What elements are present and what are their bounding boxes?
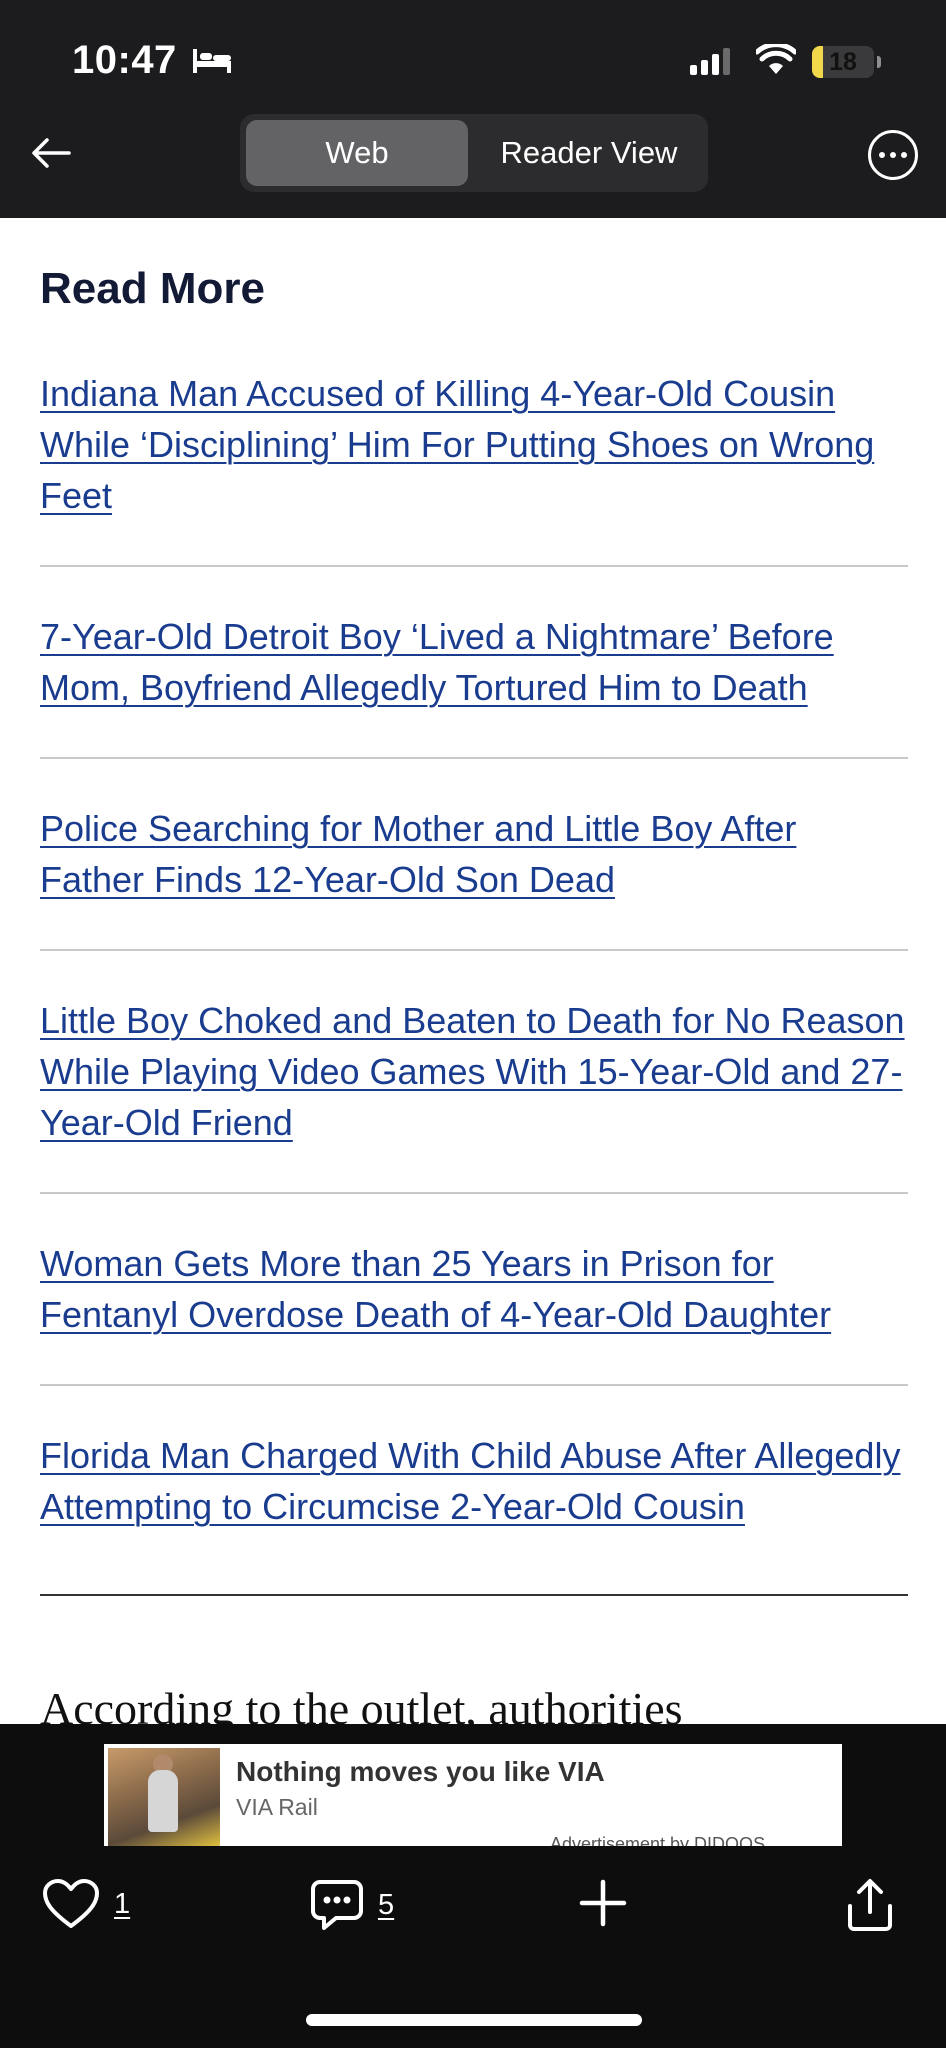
- like-count: 1: [114, 1887, 131, 1920]
- related-link-6[interactable]: Florida Man Charged With Child Abuse Aft…: [40, 1435, 900, 1527]
- section-divider: [40, 1594, 908, 1596]
- clock: 10:47: [72, 38, 177, 82]
- list-item: 7-Year-Old Detroit Boy ‘Lived a Nightmar…: [40, 611, 908, 759]
- list-item: Indiana Man Accused of Killing 4-Year-Ol…: [40, 368, 908, 567]
- tab-web[interactable]: Web: [246, 120, 468, 186]
- related-links-list: Indiana Man Accused of Killing 4-Year-Ol…: [40, 368, 908, 1620]
- heart-icon: [43, 1879, 99, 1928]
- ad-fine-print: Advertisement by DIDOOS: [550, 1834, 766, 1846]
- tab-reader-view[interactable]: Reader View: [476, 120, 702, 186]
- home-indicator[interactable]: [306, 2014, 642, 2026]
- related-link-5[interactable]: Woman Gets More than 25 Years in Prison …: [40, 1243, 831, 1335]
- article-paragraph: According to the outlet, authorities: [40, 1683, 683, 1724]
- share-button[interactable]: [846, 1878, 894, 1932]
- list-item: Police Searching for Mother and Little B…: [40, 803, 908, 951]
- view-mode-toggle: Web Reader View: [240, 114, 708, 192]
- share-icon: [848, 1879, 892, 1931]
- status-time: 10:47: [72, 38, 233, 83]
- sleep-focus-icon: [192, 48, 231, 73]
- wifi-icon: [756, 44, 796, 74]
- related-link-3[interactable]: Police Searching for Mother and Little B…: [40, 808, 796, 900]
- ad-title: Nothing moves you like VIA: [236, 1756, 605, 1787]
- back-arrow-icon: [32, 138, 71, 168]
- battery-icon: 18: [812, 46, 874, 78]
- ad-image: [108, 1748, 220, 1846]
- like-button[interactable]: 1: [42, 1878, 130, 1930]
- read-more-heading: Read More: [40, 264, 265, 313]
- ad-person: [148, 1770, 178, 1832]
- list-item: Little Boy Choked and Beaten to Death fo…: [40, 995, 908, 1194]
- ad-banner-area: Nothing moves you like VIA VIA Rail Adve…: [0, 1724, 946, 1846]
- comment-count: 5: [378, 1888, 395, 1921]
- dot: [901, 152, 907, 158]
- list-item: Florida Man Charged With Child Abuse Aft…: [40, 1430, 908, 1576]
- dot: [890, 152, 896, 158]
- related-link-1[interactable]: Indiana Man Accused of Killing 4-Year-Ol…: [40, 373, 874, 516]
- dot: [879, 152, 885, 158]
- plus-icon: [579, 1879, 627, 1927]
- top-bar: 10:47 18 Web Reader View: [0, 0, 946, 218]
- back-button[interactable]: [28, 130, 74, 176]
- bottom-toolbar: 1 5: [0, 1846, 946, 2048]
- related-link-4[interactable]: Little Boy Choked and Beaten to Death fo…: [40, 1000, 905, 1143]
- article-content: Read More Indiana Man Accused of Killing…: [0, 218, 946, 1724]
- battery-percent: 18: [829, 48, 857, 76]
- cellular-signal-icon: [690, 48, 730, 75]
- add-button[interactable]: [578, 1878, 628, 1928]
- more-options-button[interactable]: [868, 130, 918, 180]
- comments-button[interactable]: 5: [310, 1878, 394, 1932]
- ad-banner[interactable]: Nothing moves you like VIA VIA Rail Adve…: [104, 1744, 842, 1846]
- comment-bubble-icon: [311, 1880, 363, 1930]
- ad-advertiser: VIA Rail: [236, 1794, 318, 1820]
- battery-tip: [877, 56, 881, 68]
- related-link-2[interactable]: 7-Year-Old Detroit Boy ‘Lived a Nightmar…: [40, 616, 834, 708]
- list-item: Woman Gets More than 25 Years in Prison …: [40, 1238, 908, 1386]
